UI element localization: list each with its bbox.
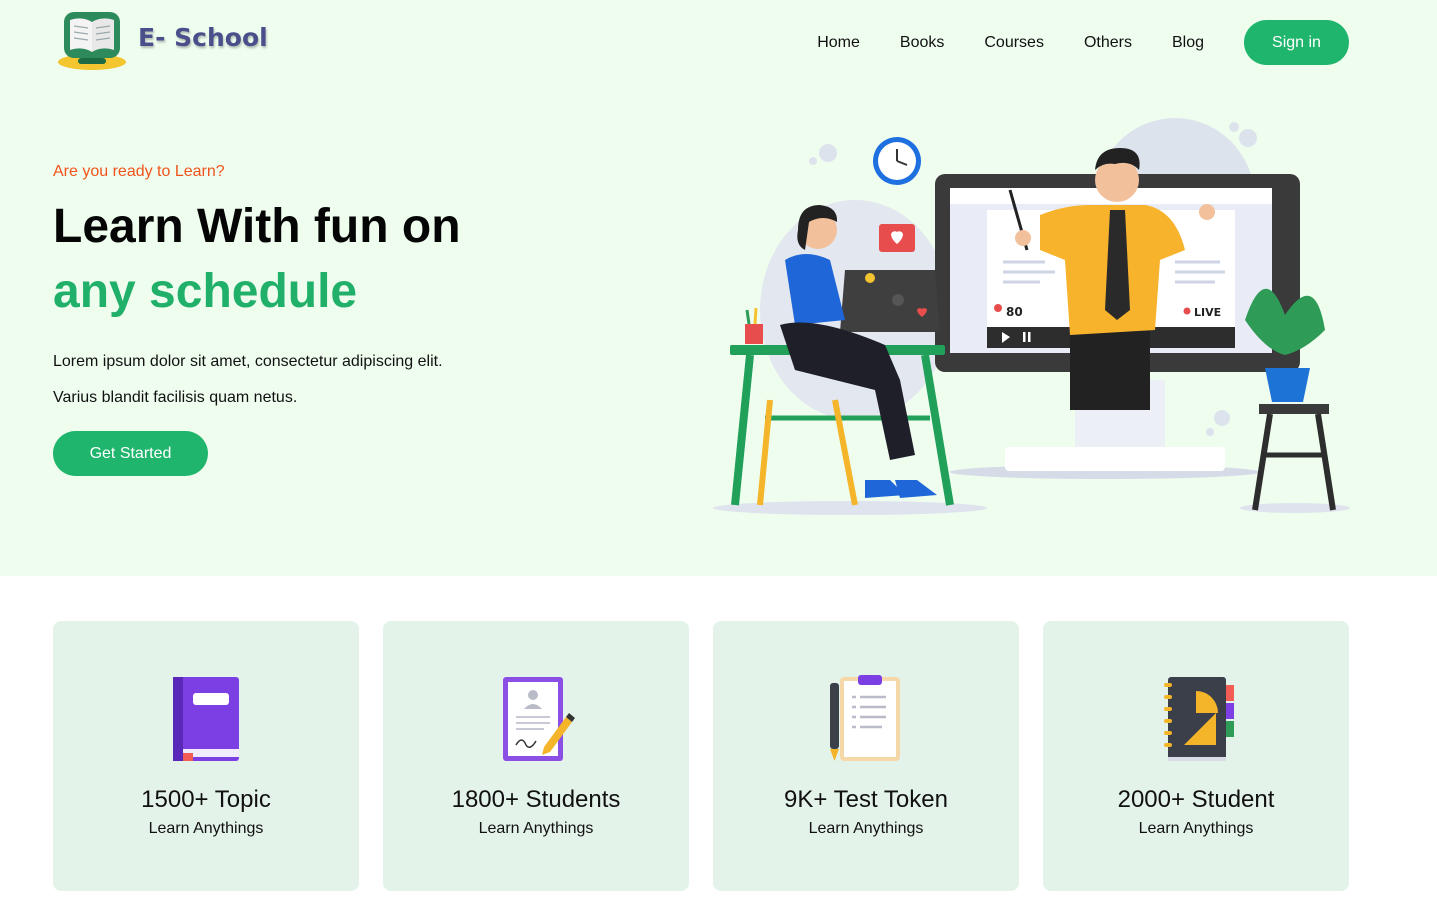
hero-section: E- School Home Books Courses Others Blog… — [0, 0, 1437, 576]
stat-value: 1800+ Students — [451, 786, 621, 813]
stat-card-student: 2000+ Student Learn Anythings — [1043, 621, 1349, 891]
nav-home[interactable]: Home — [817, 34, 860, 52]
clipboard-pen-icon — [826, 673, 906, 763]
brand-name: E- School — [138, 22, 268, 52]
geometry-notebook-icon — [1156, 673, 1236, 763]
hero-illustration: 80 LIVE — [705, 110, 1355, 525]
hero-kicker: Are you ready to Learn? — [53, 163, 225, 180]
stat-label: Learn Anythings — [478, 820, 594, 837]
stat-label: Learn Anythings — [808, 820, 924, 837]
viewer-count: 80 — [1006, 305, 1023, 319]
stat-label: Learn Anythings — [148, 820, 264, 837]
nav-others[interactable]: Others — [1084, 34, 1132, 52]
purple-book-icon — [166, 673, 246, 763]
hero-text-line2: Varius blandit facilisis quam netus. — [53, 389, 298, 406]
main-nav: Home Books Courses Others Blog Sign in — [817, 20, 1349, 65]
live-label: LIVE — [1194, 306, 1221, 319]
stat-value: 9K+ Test Token — [784, 786, 948, 813]
stat-value: 2000+ Student — [1117, 786, 1275, 813]
certificate-pen-icon — [496, 673, 576, 763]
hero-text-line1: Lorem ipsum dolor sit amet, consectetur … — [53, 353, 443, 370]
brand-logo[interactable]: E- School — [56, 6, 268, 74]
nav-courses[interactable]: Courses — [984, 34, 1044, 52]
hero-title-line1: Learn With fun on — [53, 200, 461, 253]
nav-blog[interactable]: Blog — [1172, 34, 1204, 52]
get-started-button[interactable]: Get Started — [53, 431, 208, 476]
stat-card-test-token: 9K+ Test Token Learn Anythings — [713, 621, 1019, 891]
hero-title-line2: any schedule — [53, 265, 358, 318]
stat-card-topic: 1500+ Topic Learn Anythings — [53, 621, 359, 891]
nav-books[interactable]: Books — [900, 34, 944, 52]
stat-card-students: 1800+ Students Learn Anythings — [383, 621, 689, 891]
stat-value: 1500+ Topic — [141, 786, 271, 813]
stats-section: 1500+ Topic Learn Anythings 1800+ Studen… — [53, 621, 1349, 891]
sign-in-button[interactable]: Sign in — [1244, 20, 1349, 65]
stat-label: Learn Anythings — [1138, 820, 1254, 837]
open-book-icon — [56, 6, 132, 74]
